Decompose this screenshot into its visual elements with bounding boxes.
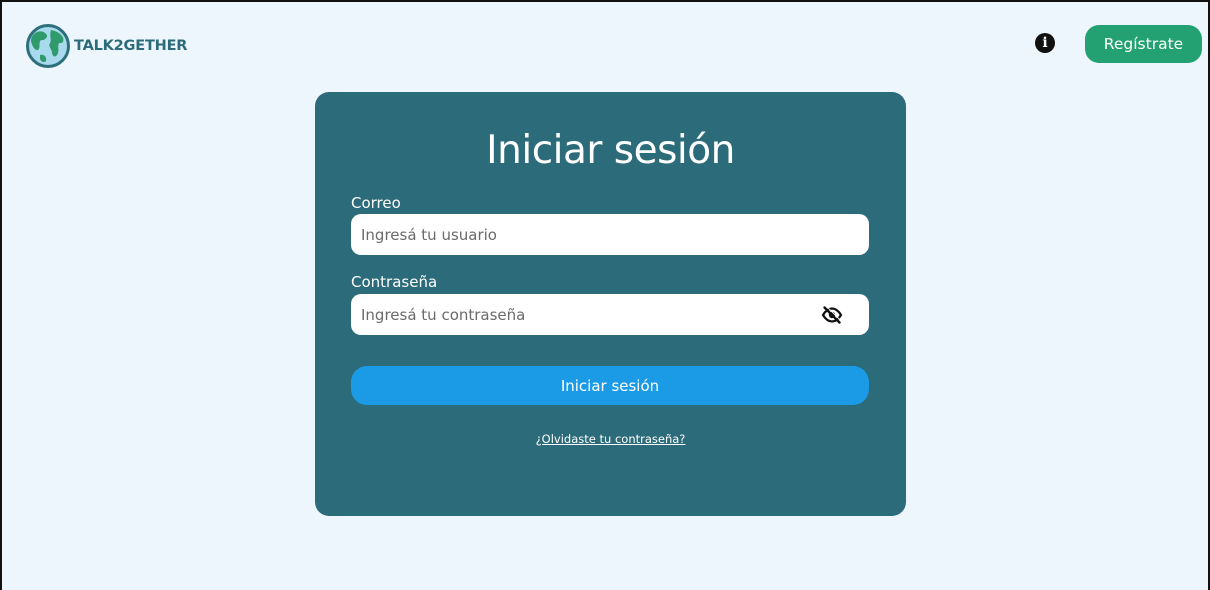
eye-slash-icon[interactable] xyxy=(821,305,843,325)
logo-text: TALK2GETHER xyxy=(74,38,188,54)
login-title: Iniciar sesión xyxy=(486,128,735,173)
login-card: Iniciar sesión Correo Contraseña Iniciar… xyxy=(315,92,906,516)
info-icon[interactable]: i xyxy=(1035,33,1055,53)
email-label: Correo xyxy=(351,194,401,212)
password-field[interactable] xyxy=(351,294,869,335)
app-logo[interactable]: TALK2GETHER xyxy=(24,22,187,70)
email-field[interactable] xyxy=(351,214,869,255)
globe-icon xyxy=(24,22,72,70)
register-button[interactable]: Regístrate xyxy=(1085,25,1202,63)
login-button[interactable]: Iniciar sesión xyxy=(351,366,869,405)
forgot-password-link[interactable]: ¿Olvidaste tu contraseña? xyxy=(315,432,906,446)
password-label: Contraseña xyxy=(351,273,438,291)
